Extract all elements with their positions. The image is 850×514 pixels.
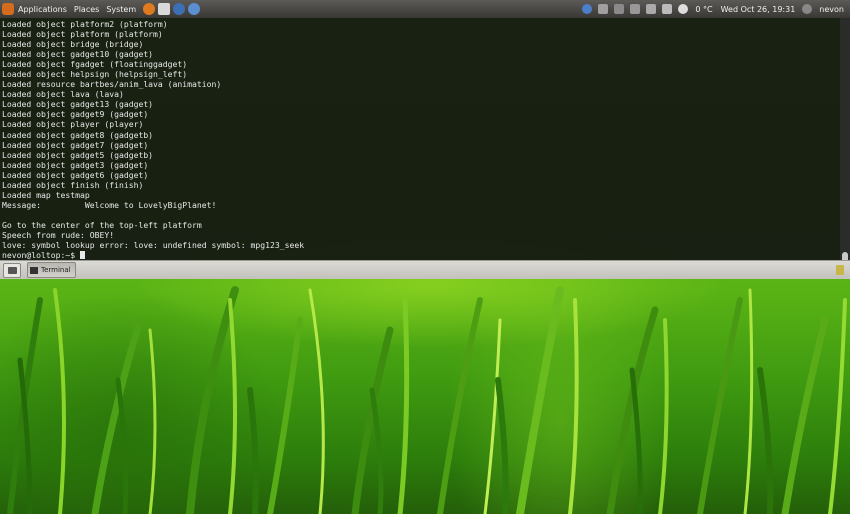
- terminal-line: Loaded object gadget5 (gadgetb): [2, 149, 154, 160]
- terminal-line: Go to the center of the top-left platfor…: [2, 219, 202, 230]
- firefox-launcher-icon[interactable]: [143, 3, 156, 15]
- terminal-line: Loaded object finish (finish): [2, 179, 144, 190]
- clock[interactable]: Wed Oct 26, 19:31: [721, 5, 796, 14]
- terminal-output[interactable]: Loaded object platform2 (platform) Loade…: [0, 18, 850, 260]
- help-launcher-icon[interactable]: [173, 3, 186, 15]
- mail-launcher-icon[interactable]: [158, 3, 171, 15]
- update-icon[interactable]: [582, 4, 593, 14]
- show-desktop-icon: [7, 266, 17, 274]
- terminal-line: Speech from rude: OBEY!: [2, 229, 115, 240]
- trash-icon[interactable]: [836, 265, 844, 275]
- terminal-icon: [30, 266, 38, 274]
- terminal-line: Loaded object gadget10 (gadget): [2, 49, 154, 60]
- terminal-scrollbar[interactable]: [840, 18, 850, 266]
- network-icon[interactable]: [614, 4, 625, 14]
- terminal-line: Loaded object gadget9 (gadget): [2, 109, 149, 120]
- terminal-cursor: [79, 251, 85, 260]
- weather-icon: [678, 4, 689, 14]
- terminal-line: Loaded object platform2 (platform): [2, 19, 168, 29]
- bottom-panel: Terminal: [0, 260, 850, 279]
- terminal-prompt: nevon@loltop:~$: [2, 250, 80, 260]
- terminal-line: Loaded object player (player): [2, 119, 144, 130]
- terminal-line: Loaded object bridge (bridge): [2, 39, 144, 50]
- ubuntu-logo-icon[interactable]: [2, 3, 14, 15]
- user-name[interactable]: nevon: [819, 5, 844, 14]
- terminal-line: Loaded map testmap: [2, 189, 90, 200]
- terminal-line: Loaded object helpsign (helpsign_left): [2, 69, 188, 80]
- terminal-line: Loaded resource bartbes/anim_lava (anima…: [2, 79, 222, 90]
- terminal-lines: Loaded object platform2 (platform) Loade…: [2, 19, 304, 250]
- terminal-line: Loaded object lava (lava): [2, 89, 124, 100]
- places-menu[interactable]: Places: [74, 5, 99, 14]
- terminal-window[interactable]: Loaded object platform2 (platform) Loade…: [0, 18, 850, 260]
- battery-icon[interactable]: [630, 4, 641, 14]
- taskbar-terminal-label: Terminal: [41, 266, 71, 274]
- terminal-line: Loaded object gadget7 (gadget): [2, 139, 149, 150]
- terminal-line: Loaded object gadget8 (gadgetb): [2, 129, 154, 140]
- terminal-line: Loaded object gadget3 (gadget): [2, 159, 149, 170]
- show-desktop-button[interactable]: [3, 262, 21, 278]
- system-menu[interactable]: System: [106, 5, 136, 14]
- user-icon[interactable]: [802, 4, 813, 14]
- taskbar-terminal-button[interactable]: Terminal: [27, 262, 76, 278]
- terminal-line: Loaded object platform (platform): [2, 29, 163, 40]
- mail-indicator-icon[interactable]: [662, 4, 673, 14]
- terminal-line: love: symbol lookup error: love: undefin…: [2, 240, 305, 251]
- top-panel: Applications Places System 0 °C Wed Oct …: [0, 0, 850, 18]
- system-tray: 0 °C Wed Oct 26, 19:31 nevon: [579, 4, 848, 14]
- network-launcher-icon[interactable]: [188, 3, 201, 15]
- terminal-line: Loaded object gadget6 (gadget): [2, 169, 149, 180]
- applications-menu[interactable]: Applications: [18, 5, 67, 14]
- terminal-line: Loaded object fgadget (floatinggadget): [2, 59, 188, 70]
- volume-icon[interactable]: [646, 4, 657, 14]
- terminal-line: Message: Welcome to LovelyBigPlanet!: [2, 199, 217, 210]
- terminal-line: Loaded object gadget13 (gadget): [2, 99, 154, 110]
- bluetooth-icon[interactable]: [598, 4, 609, 14]
- weather-temperature[interactable]: 0 °C: [695, 5, 712, 14]
